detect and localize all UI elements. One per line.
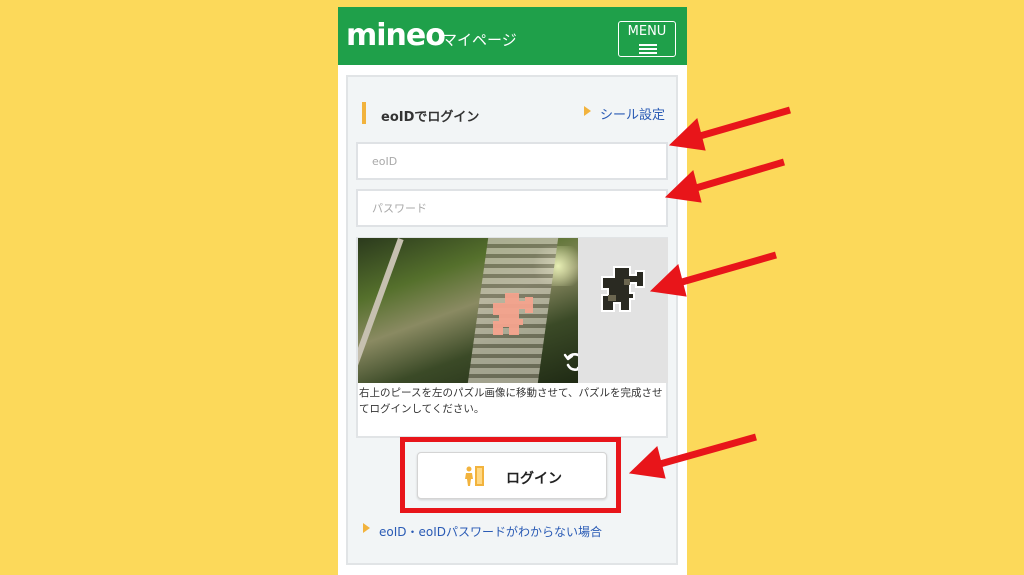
annotation-arrows: [628, 106, 791, 479]
